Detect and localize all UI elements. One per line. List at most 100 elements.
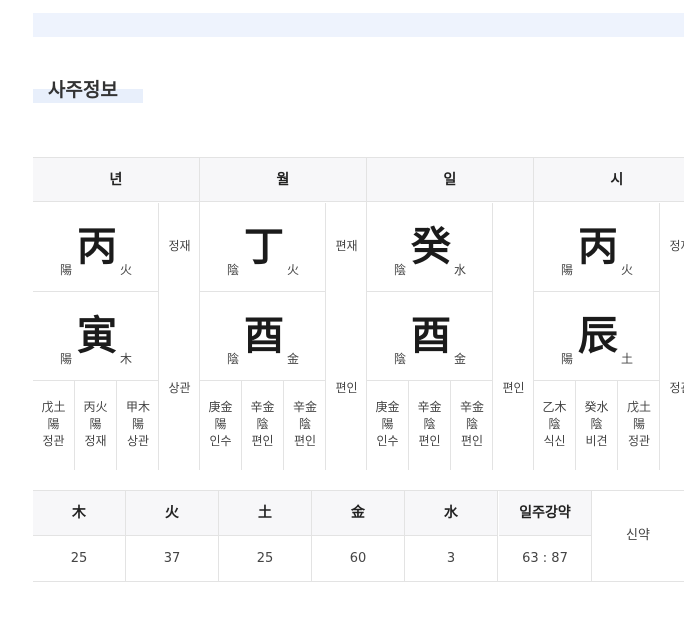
branch-element: 土 xyxy=(621,352,634,366)
ohaeng-value-fire: 37 xyxy=(126,536,219,581)
hidden-stem-cell: 辛金陰 편인 xyxy=(451,381,493,470)
stem-polarity: 陰 xyxy=(394,263,407,277)
ohaeng-value-metal: 60 xyxy=(312,536,405,581)
branch-polarity: 陰 xyxy=(227,352,240,366)
hidden-stem-ten-god: 정재 xyxy=(84,434,107,448)
earthly-branch: 陽辰土 xyxy=(534,292,660,381)
hidden-stem-cell: 戊土陽 정관 xyxy=(618,381,660,470)
hidden-stem-ten-god: 편인 xyxy=(293,434,317,448)
hidden-stem-ten-god: 인수 xyxy=(376,434,399,448)
ohaeng-header-earth: 土 xyxy=(219,491,312,536)
branch-polarity: 陽 xyxy=(561,352,574,366)
pillar-day: 일 陰癸水陰酉金 편인 庚金陽 인수 辛金陰 편인 辛金陰 편인 xyxy=(367,158,534,470)
heavenly-stem: 陰癸水 xyxy=(367,203,493,292)
strength-verdict: 신약 xyxy=(626,528,650,543)
heavenly-stem: 陽丙火 xyxy=(534,203,660,292)
pillar-header: 년 xyxy=(33,158,199,202)
pillar-header: 월 xyxy=(200,158,366,202)
hidden-stem-name: 辛金 xyxy=(417,400,442,414)
hidden-stem-name: 辛金 xyxy=(250,400,275,414)
stem-polarity: 陰 xyxy=(227,263,240,277)
hidden-stem-cell: 辛金陰 편인 xyxy=(284,381,326,470)
top-banner xyxy=(33,13,684,37)
hidden-stem-ten-god: 편인 xyxy=(460,434,484,448)
stem-hanja: 丙 xyxy=(77,223,117,270)
branch-ten-god: 편인 xyxy=(502,381,525,395)
ohaeng-value-water: 3 xyxy=(405,536,498,581)
stem-polarity: 陽 xyxy=(561,263,574,277)
hidden-stem-polarity: 陽 xyxy=(381,417,394,431)
branch-element: 金 xyxy=(454,352,467,366)
hidden-stem-cell: 丙火陽 정재 xyxy=(75,381,117,470)
hidden-stem-polarity: 陽 xyxy=(47,417,60,431)
hidden-stem-ten-god: 상관 xyxy=(126,434,150,448)
ohaeng-value-wood: 25 xyxy=(33,536,126,581)
hidden-stems-row: 戊土陽 정관 丙火陽 정재 甲木陽 상관 xyxy=(33,381,159,470)
hidden-stem-name: 辛金 xyxy=(459,400,484,414)
hidden-stem-ten-god: 식신 xyxy=(543,434,566,448)
stem-element: 火 xyxy=(120,263,133,277)
section-title: 사주정보 xyxy=(48,79,118,101)
hidden-stem-name: 乙木 xyxy=(542,400,567,414)
hidden-stem-polarity: 陽 xyxy=(214,417,227,431)
hidden-stem-cell: 庚金陽 인수 xyxy=(367,381,409,470)
hidden-stem-cell: 辛金陰 편인 xyxy=(242,381,284,470)
ohaeng-value-earth: 25 xyxy=(219,536,312,581)
hidden-stem-polarity: 陽 xyxy=(131,417,144,431)
stem-ten-god: 정재 xyxy=(669,239,684,253)
earthly-branch: 陽寅木 xyxy=(33,292,159,381)
hidden-stem-ten-god: 편인 xyxy=(251,434,274,448)
hidden-stem-name: 戊土 xyxy=(41,400,66,414)
hidden-stem-cell: 甲木陽 상관 xyxy=(117,381,159,470)
pillar-header: 일 xyxy=(367,158,533,202)
branch-element: 金 xyxy=(287,352,300,366)
hidden-stem-polarity: 陽 xyxy=(632,417,645,431)
hidden-stem-polarity: 陰 xyxy=(256,417,269,431)
hidden-stem-name: 戊土 xyxy=(626,400,651,414)
branch-element: 木 xyxy=(120,352,133,366)
hidden-stems-row: 庚金陽 인수 辛金陰 편인 辛金陰 편인 xyxy=(200,381,326,470)
hidden-stem-name: 丙火 xyxy=(83,400,108,414)
hidden-stem-ten-god: 비견 xyxy=(585,434,608,448)
ohaeng-table: 木 火 土 金 水 일주강약 25 37 25 60 3 63 : 87 신약 xyxy=(33,490,684,582)
pillar-year: 년 陽丙火 정재 陽寅木 상관 戊土陽 정관 丙火陽 정재 甲木陽 상관 xyxy=(33,158,200,470)
heavenly-stem: 陰丁火 xyxy=(200,203,326,292)
ohaeng-header-wood: 木 xyxy=(33,491,126,536)
hidden-stem-name: 癸水 xyxy=(584,400,609,414)
pillar-month: 월 陰丁火 편재 陰酉金 편인 庚金陽 인수 辛金陰 편인 辛金陰 편인 xyxy=(200,158,367,470)
pillar-hour: 시陽丙火 정재 陽辰土 정관 乙木陰 식신 癸水陰 비견戊土陽 정관 xyxy=(534,158,684,470)
hidden-stem-cell: 戊土陽 정관 xyxy=(33,381,75,470)
earthly-branch: 陰酉金 xyxy=(367,292,493,381)
hidden-stem-ten-god: 정관 xyxy=(627,434,651,448)
hidden-stem-polarity: 陰 xyxy=(465,417,478,431)
ohaeng-header-fire: 火 xyxy=(126,491,219,536)
branch-ten-god: 편인 xyxy=(335,381,358,395)
hidden-stem-ten-god: 정관 xyxy=(42,434,65,448)
stem-ten-god: 편재 xyxy=(335,239,358,253)
ohaeng-value-strength: 63 : 87 xyxy=(499,536,592,581)
pillar-header: 시 xyxy=(534,158,684,202)
hidden-stem-cell: 庚金陽 인수 xyxy=(200,381,242,470)
hidden-stem-name: 甲木 xyxy=(125,400,150,414)
stem-element: 火 xyxy=(287,263,300,277)
heavenly-stem: 陽丙火 xyxy=(33,203,159,292)
ohaeng-header-metal: 金 xyxy=(312,491,405,536)
stem-hanja: 癸 xyxy=(411,223,451,270)
hidden-stem-ten-god: 편인 xyxy=(418,434,441,448)
stem-polarity: 陽 xyxy=(60,263,73,277)
hidden-stems-row: 庚金陽 인수 辛金陰 편인 辛金陰 편인 xyxy=(367,381,493,470)
branch-ten-god: 상관 xyxy=(168,381,191,395)
ohaeng-header-strength: 일주강약 xyxy=(499,491,592,536)
hidden-stem-polarity: 陰 xyxy=(423,417,436,431)
stem-ten-god xyxy=(493,203,534,292)
hidden-stem-name: 庚金 xyxy=(375,400,400,414)
hidden-stems-row: 乙木陰 식신 癸水陰 비견 戊土陽 정관 xyxy=(534,381,660,470)
stem-ten-god: 정재 xyxy=(168,239,191,253)
stem-hanja: 丁 xyxy=(244,223,284,270)
hidden-stem-polarity: 陰 xyxy=(590,417,603,431)
hidden-stem-cell: 癸水陰 비견 xyxy=(576,381,618,470)
branch-hanja: 酉 xyxy=(244,312,284,359)
saju-table: 년 陽丙火 정재 陽寅木 상관 戊土陽 정관 丙火陽 정재 甲木陽 상관 월 陰丁火 편재 陰酉金 편인 庚金陽… xyxy=(33,157,684,470)
section-title-wrap: 사주정보 xyxy=(33,75,143,103)
ohaeng-header-water: 水 xyxy=(405,491,498,536)
